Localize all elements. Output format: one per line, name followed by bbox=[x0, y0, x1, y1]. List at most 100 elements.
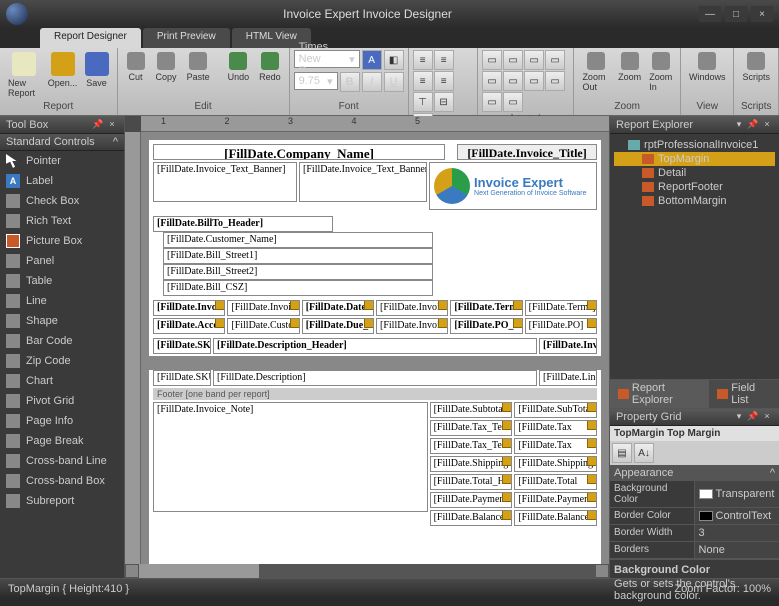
field-total-4-0[interactable]: [FillDate.Total_H bbox=[430, 474, 513, 490]
field-total-5-0[interactable]: [FillDate.Payment bbox=[430, 492, 513, 508]
smart-tag-icon[interactable] bbox=[587, 420, 597, 430]
prop-row-2[interactable]: Border Width3 bbox=[610, 525, 779, 542]
smart-tag-icon[interactable] bbox=[587, 510, 597, 520]
field-total-4-1[interactable]: [FillDate.Total bbox=[514, 474, 597, 490]
field-sku[interactable]: [FillDate.SKU] bbox=[153, 370, 211, 386]
tree-node-bottommargin[interactable]: BottomMargin bbox=[614, 194, 775, 208]
tree-node-reportfooter[interactable]: ReportFooter bbox=[614, 180, 775, 194]
field-banner1[interactable]: [FillDate.Invoice_Text_Banner] bbox=[153, 162, 297, 202]
field-bill-csz[interactable]: [FillDate.Bill_CSZ] bbox=[163, 280, 433, 296]
smart-tag-icon[interactable] bbox=[587, 492, 597, 502]
field-bill-street1[interactable]: [FillDate.Bill_Street1] bbox=[163, 248, 433, 264]
field-desc-header[interactable]: [FillDate.Description_Header] bbox=[213, 338, 537, 354]
tool-picture-box[interactable]: Picture Box bbox=[0, 231, 124, 251]
cut-button[interactable]: Cut bbox=[122, 50, 150, 84]
tool-zip-code[interactable]: Zip Code bbox=[0, 351, 124, 371]
menu-icon[interactable]: ▾ bbox=[733, 411, 745, 423]
smart-tag-icon[interactable] bbox=[364, 318, 374, 328]
field-total-0-0[interactable]: [FillDate.Subtotal bbox=[430, 402, 513, 418]
tool-label[interactable]: ALabel bbox=[0, 171, 124, 191]
prop-row-1[interactable]: Border ColorControlText bbox=[610, 508, 779, 525]
paste-button[interactable]: Paste bbox=[183, 50, 214, 84]
smart-tag-icon[interactable] bbox=[513, 300, 523, 310]
align-justify-button[interactable]: ≡ bbox=[434, 71, 454, 91]
tool-shape[interactable]: Shape bbox=[0, 311, 124, 331]
smart-tag-icon[interactable] bbox=[438, 318, 448, 328]
smart-tag-icon[interactable] bbox=[513, 318, 523, 328]
layout-btn-6[interactable]: ▭ bbox=[503, 71, 523, 91]
field-total-3-1[interactable]: [FillDate.Shipping bbox=[514, 456, 597, 472]
field-r1-1[interactable]: [FillDate.Invoice bbox=[227, 300, 299, 316]
tab-report-designer[interactable]: Report Designer bbox=[40, 28, 141, 48]
tool-cross-band-line[interactable]: Cross-band Line bbox=[0, 451, 124, 471]
bold-button[interactable]: B bbox=[340, 72, 360, 92]
tree-node-topmargin[interactable]: TopMargin bbox=[614, 152, 775, 166]
tool-cross-band-box[interactable]: Cross-band Box bbox=[0, 471, 124, 491]
smart-tag-icon[interactable] bbox=[502, 510, 512, 520]
field-total-5-1[interactable]: [FillDate.Payment bbox=[514, 492, 597, 508]
report-page[interactable]: [FillDate.Company_Name] [FillDate.Invoic… bbox=[149, 140, 601, 564]
layout-btn-10[interactable]: ▭ bbox=[503, 92, 523, 112]
tool-page-break[interactable]: Page Break bbox=[0, 431, 124, 451]
design-surface[interactable]: [FillDate.Company_Name] [FillDate.Invoic… bbox=[141, 132, 609, 564]
field-invoice-title[interactable]: [FillDate.Invoice_Title] bbox=[457, 144, 597, 160]
field-r2-2[interactable]: [FillDate.Due_ bbox=[302, 318, 374, 334]
layout-btn-8[interactable]: ▭ bbox=[545, 71, 565, 91]
align-center-button[interactable]: ≡ bbox=[434, 50, 454, 70]
scroll-thumb[interactable] bbox=[139, 564, 259, 578]
tool-check-box[interactable]: Check Box bbox=[0, 191, 124, 211]
field-total-2-1[interactable]: [FillDate.Tax bbox=[514, 438, 597, 454]
tab-report-explorer[interactable]: Report Explorer bbox=[610, 380, 709, 408]
field-total-0-1[interactable]: [FillDate.SubTotal bbox=[514, 402, 597, 418]
align-left-button[interactable]: ≡ bbox=[413, 50, 433, 70]
align-right-button[interactable]: ≡ bbox=[413, 71, 433, 91]
tool-line[interactable]: Line bbox=[0, 291, 124, 311]
alphabetical-button[interactable]: A↓ bbox=[634, 443, 654, 463]
tree-node-detail[interactable]: Detail bbox=[614, 166, 775, 180]
tool-table[interactable]: Table bbox=[0, 271, 124, 291]
zoom-out-button[interactable]: Zoom Out bbox=[578, 50, 613, 94]
smart-tag-icon[interactable] bbox=[438, 300, 448, 310]
field-billto-header[interactable]: [FillDate.BillTo_Header] bbox=[153, 216, 333, 232]
copy-button[interactable]: Copy bbox=[152, 50, 181, 84]
layout-btn-5[interactable]: ▭ bbox=[482, 71, 502, 91]
layout-btn-2[interactable]: ▭ bbox=[503, 50, 523, 70]
smart-tag-icon[interactable] bbox=[215, 300, 225, 310]
field-r2-1[interactable]: [FillDate.Custom bbox=[227, 318, 299, 334]
field-total-1-0[interactable]: [FillDate.Tax_Te bbox=[430, 420, 513, 436]
field-bill-street2[interactable]: [FillDate.Bill_Street2] bbox=[163, 264, 433, 280]
categorized-button[interactable]: ▤ bbox=[612, 443, 632, 463]
field-description[interactable]: [FillDate.Description] bbox=[213, 370, 537, 386]
smart-tag-icon[interactable] bbox=[502, 420, 512, 430]
windows-button[interactable]: Windows bbox=[685, 50, 730, 84]
scroll-right-button[interactable] bbox=[595, 564, 609, 578]
scroll-left-button[interactable] bbox=[125, 564, 139, 578]
tool-chart[interactable]: Chart bbox=[0, 371, 124, 391]
maximize-button[interactable]: □ bbox=[725, 6, 747, 22]
field-r1-0[interactable]: [FillDate.Invoic bbox=[153, 300, 225, 316]
back-color-button[interactable]: ◧ bbox=[384, 50, 404, 70]
property-category-appearance[interactable]: Appearance^ bbox=[610, 465, 779, 481]
field-r1-4[interactable]: [FillDate.Term bbox=[450, 300, 522, 316]
tab-field-list[interactable]: Field List bbox=[709, 380, 779, 408]
field-customer-name[interactable]: [FillDate.Customer_Name] bbox=[163, 232, 433, 248]
scroll-track[interactable] bbox=[139, 564, 595, 578]
zoom-button[interactable]: Zoom bbox=[616, 50, 644, 84]
pin-icon[interactable]: 📌 bbox=[92, 119, 104, 131]
minimize-button[interactable]: — bbox=[699, 6, 721, 22]
zoom-in-button[interactable]: Zoom In bbox=[646, 50, 676, 94]
smart-tag-icon[interactable] bbox=[502, 492, 512, 502]
smart-tag-icon[interactable] bbox=[290, 300, 300, 310]
field-total-1-1[interactable]: [FillDate.Tax bbox=[514, 420, 597, 436]
field-inv-header[interactable]: [FillDate.Invo bbox=[539, 338, 597, 354]
pin-icon[interactable]: 📌 bbox=[747, 119, 759, 131]
field-r2-0[interactable]: [FillDate.Acco bbox=[153, 318, 225, 334]
field-total-6-1[interactable]: [FillDate.BalanceD bbox=[514, 510, 597, 526]
field-total-2-0[interactable]: [FillDate.Tax_Te bbox=[430, 438, 513, 454]
close-icon[interactable]: × bbox=[761, 411, 773, 423]
smart-tag-icon[interactable] bbox=[502, 402, 512, 412]
close-icon[interactable]: × bbox=[761, 119, 773, 131]
tool-page-info[interactable]: Page Info bbox=[0, 411, 124, 431]
smart-tag-icon[interactable] bbox=[502, 474, 512, 484]
smart-tag-icon[interactable] bbox=[587, 300, 597, 310]
